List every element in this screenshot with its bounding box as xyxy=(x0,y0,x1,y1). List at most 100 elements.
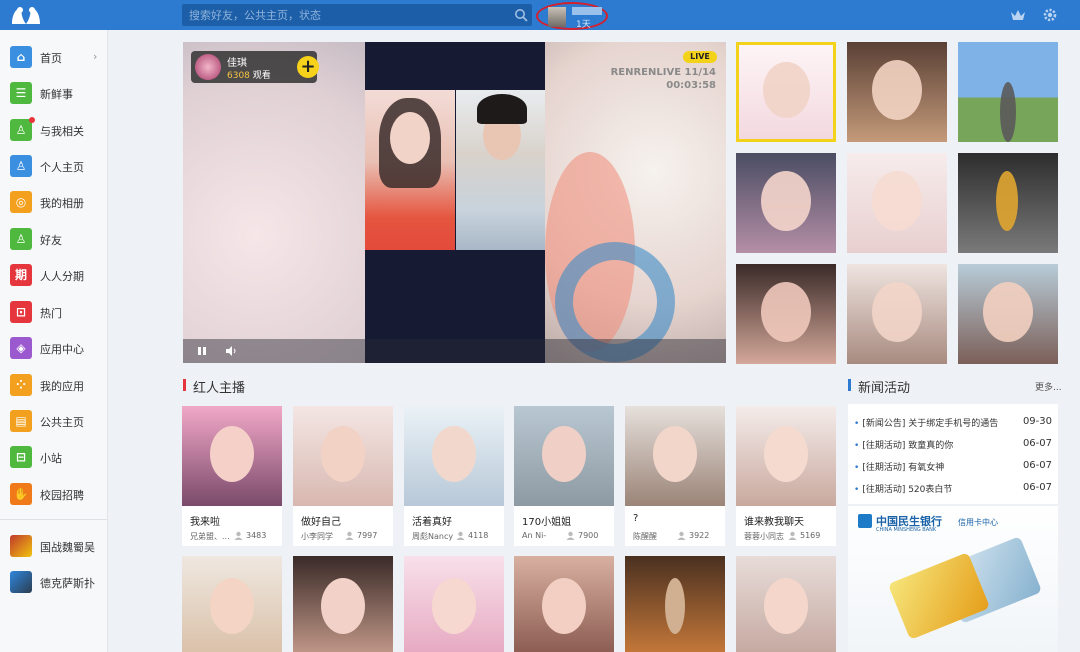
sidebar-item-home[interactable]: ⌂ 首页 › xyxy=(0,43,108,71)
host-avatar[interactable] xyxy=(195,54,221,80)
viewer-count: 6308 观看 xyxy=(227,71,271,81)
live-thumbnail[interactable] xyxy=(847,42,947,142)
host-card[interactable]: 谁来教我聊天 蓉蓉小同志 5169 xyxy=(736,406,836,546)
game-icon-three-kingdoms xyxy=(10,535,32,557)
host-card[interactable]: ? 陈醒醒 3922 xyxy=(625,406,725,546)
feed-icon: ☰ xyxy=(10,82,32,104)
video-blur-left xyxy=(183,42,365,363)
section-title-news: 新闻活动 xyxy=(858,381,911,396)
card-user: An Ni- xyxy=(522,531,547,540)
host-card[interactable]: 活着真好 周彪Nancy 4118 xyxy=(404,406,504,546)
search-icon[interactable] xyxy=(514,8,528,22)
card-views: 3483 xyxy=(246,531,267,540)
section-title-hot-hosts: 红人主播 xyxy=(193,381,246,396)
card-views: 3922 xyxy=(689,531,710,540)
viewer-icon xyxy=(456,531,465,540)
sidebar-item-mentions[interactable]: ♙ 与我相关 xyxy=(0,116,108,144)
follow-button[interactable]: + xyxy=(297,56,319,78)
news-item[interactable]: • [往期活动] 致童真的你 xyxy=(854,438,953,451)
friends-icon: ♙ xyxy=(10,228,32,250)
sidebar-item-label: 好友 xyxy=(40,234,62,247)
sidebar-game-item[interactable]: 国战魏蜀吴 xyxy=(0,532,108,560)
host-card[interactable] xyxy=(736,556,836,652)
sidebar-item-campus-recruiting[interactable]: ✋ 校园招聘 xyxy=(0,480,108,508)
sidebar-item-label: 我的应用 xyxy=(40,380,84,393)
sidebar-item-news-feed[interactable]: ☰ 新鲜事 xyxy=(0,79,108,107)
live-video-player[interactable]: 佳琪 6308 观看 + LIVE RENRENLIVE 11/14 00:03… xyxy=(183,42,726,363)
sidebar-item-label: 小站 xyxy=(40,452,62,465)
home-icon: ⌂ xyxy=(10,46,32,68)
host-card[interactable] xyxy=(625,556,725,652)
host-card[interactable]: 170小姐姐 An Ni- 7900 xyxy=(514,406,614,546)
hand-icon: ✋ xyxy=(10,483,32,505)
apps-grid-icon: ⁘ xyxy=(10,374,32,396)
stream-watermark: RENRENLIVE 11/14 00:03:58 xyxy=(610,67,716,91)
photo-icon: ◎ xyxy=(10,191,32,213)
bank-subtitle: 信用卡中心 xyxy=(958,518,998,527)
card-title: 170小姐姐 xyxy=(522,517,572,528)
volume-icon[interactable] xyxy=(225,345,237,357)
news-item[interactable]: • [新闻公告] 关于绑定手机号的通告 xyxy=(854,416,998,429)
viewer-icon xyxy=(234,531,243,540)
live-thumbnail[interactable] xyxy=(958,264,1058,364)
more-link[interactable]: 更多... xyxy=(1035,380,1062,393)
sidebar-item-app-center[interactable]: ◈ 应用中心 xyxy=(0,334,108,362)
host-card[interactable] xyxy=(182,556,282,652)
live-thumbnail[interactable] xyxy=(958,42,1058,142)
bank-logo-icon xyxy=(858,514,872,528)
sidebar-item-albums[interactable]: ◎ 我的相册 xyxy=(0,188,108,216)
crown-icon[interactable] xyxy=(1010,8,1026,22)
sidebar-item-label: 我的相册 xyxy=(40,197,84,210)
news-item[interactable]: • [往期活动] 520表白节 xyxy=(854,482,952,495)
sidebar-item-label: 与我相关 xyxy=(40,125,84,138)
viewer-icon xyxy=(788,531,797,540)
live-thumbnail-selected[interactable] xyxy=(736,42,836,142)
sidebar-item-label: 公共主页 xyxy=(40,416,84,429)
card-user: 陈醒醒 xyxy=(633,532,657,541)
renren-logo-icon[interactable] xyxy=(8,4,44,26)
sidebar-item-label: 首页 xyxy=(40,52,62,65)
host-card[interactable] xyxy=(293,556,393,652)
host-name: 佳琪 xyxy=(227,58,247,69)
sidebar-game-item[interactable]: 德克萨斯扑 xyxy=(0,568,108,596)
pause-icon[interactable] xyxy=(197,346,207,356)
search-input[interactable] xyxy=(182,4,512,26)
card-views: 5169 xyxy=(800,531,821,540)
sidebar-item-profile[interactable]: ♙ 个人主页 xyxy=(0,152,108,180)
sidebar-item-hot[interactable]: ⊡ 热门 xyxy=(0,298,108,326)
news-item[interactable]: • [往期活动] 有氧女神 xyxy=(854,460,944,473)
live-thumbnail[interactable] xyxy=(958,153,1058,253)
live-thumbnail[interactable] xyxy=(736,264,836,364)
host-info-pill: 佳琪 6308 观看 + xyxy=(191,51,319,83)
host-card[interactable]: 做好自己 小李同学 7997 xyxy=(293,406,393,546)
bank-advertisement[interactable]: 中国民生银行 CHINA MINSHENG BANK 信用卡中心 xyxy=(848,506,1058,652)
live-thumbnail[interactable] xyxy=(847,264,947,364)
news-date: 06-07 xyxy=(1022,460,1052,471)
sidebar-item-my-apps[interactable]: ⁘ 我的应用 xyxy=(0,371,108,399)
card-title: 活着真好 xyxy=(412,517,452,528)
chevron-right-icon: › xyxy=(93,50,98,63)
card-views: 4118 xyxy=(468,531,489,540)
host-card[interactable]: 我来啦 兄弟盟、... 3483 xyxy=(182,406,282,546)
section-marker xyxy=(183,379,186,391)
sidebar: ⌂ 首页 › ☰ 新鲜事 ♙ 与我相关 ♙ 个人主页 ◎ 我的相册 ♙ 好友 期… xyxy=(0,30,108,652)
card-views: 7900 xyxy=(578,531,599,540)
game-icon-poker xyxy=(10,571,32,593)
sidebar-item-installments[interactable]: 期 人人分期 xyxy=(0,261,108,289)
notification-dot xyxy=(29,117,35,123)
live-badge: LIVE xyxy=(683,51,717,63)
sidebar-item-friends[interactable]: ♙ 好友 xyxy=(0,225,108,253)
sidebar-item-public-pages[interactable]: ▤ 公共主页 xyxy=(0,407,108,435)
host-card[interactable] xyxy=(514,556,614,652)
user-profile-chip[interactable]: 1天 xyxy=(536,2,608,30)
sidebar-item-label: 人人分期 xyxy=(40,270,84,283)
news-date: 09-30 xyxy=(1022,416,1052,427)
user-icon: ♙ xyxy=(10,155,32,177)
host-card[interactable] xyxy=(404,556,504,652)
news-date: 06-07 xyxy=(1022,482,1052,493)
sidebar-item-station[interactable]: ⊟ 小站 xyxy=(0,443,108,471)
live-thumbnail[interactable] xyxy=(847,153,947,253)
player-controls xyxy=(183,339,726,363)
gear-icon[interactable] xyxy=(1042,7,1058,23)
live-thumbnail[interactable] xyxy=(736,153,836,253)
